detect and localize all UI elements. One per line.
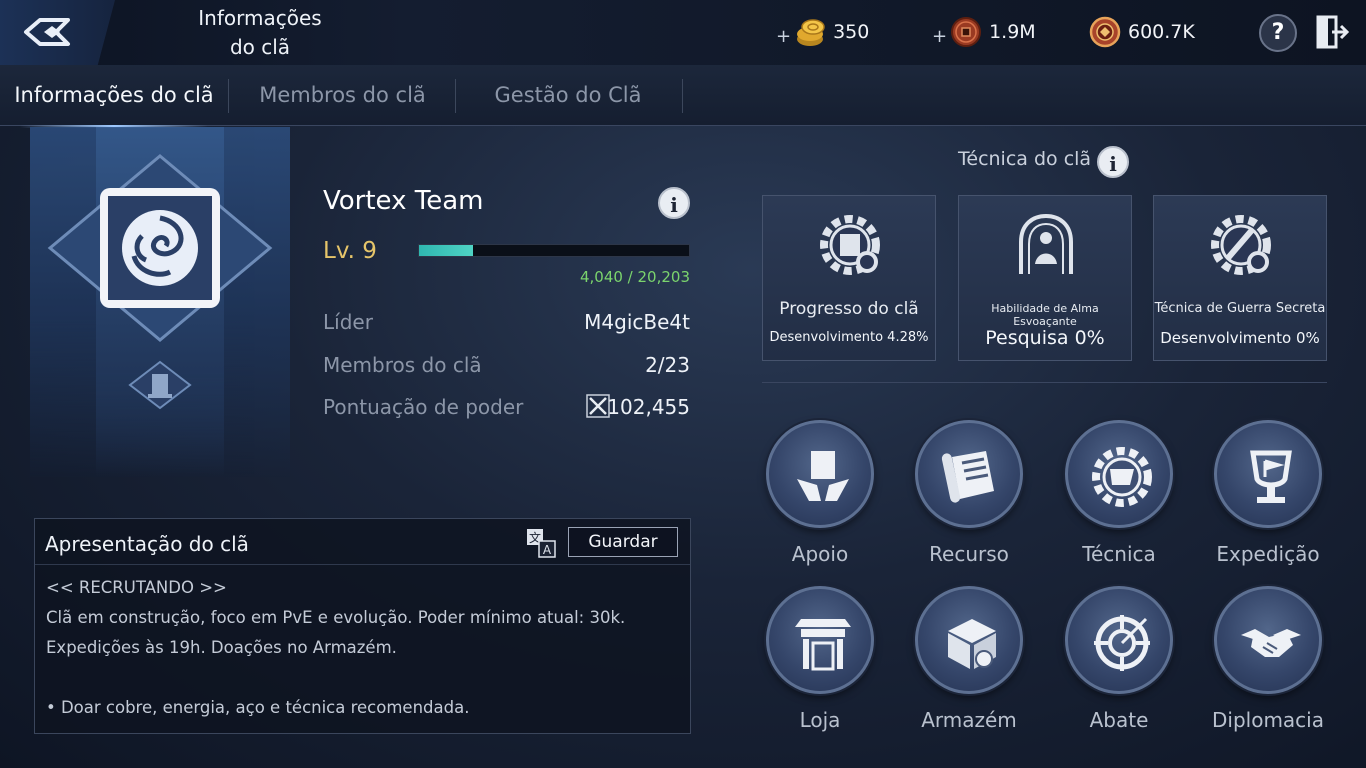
diplomacy-button[interactable]: Diplomacia xyxy=(1193,586,1343,732)
intro-title: Apresentação do clã xyxy=(45,532,249,556)
back-arrow-icon xyxy=(24,18,70,46)
clan-rank-icon xyxy=(128,360,192,410)
tech-card-value: Desenvolvimento 4.28% xyxy=(769,330,929,345)
clan-progress-gear-icon xyxy=(820,215,880,275)
diplomacy-circle xyxy=(1214,586,1322,694)
technique-circle xyxy=(1065,420,1173,528)
power-score: 102,455 xyxy=(607,395,690,419)
trophy-icon xyxy=(1250,450,1292,503)
intro-line: Clã em construção, foco em PvE e evoluçã… xyxy=(46,608,626,627)
svg-text:A: A xyxy=(543,543,552,557)
tab-bar: Informações do clã Membros do clã Gestão… xyxy=(0,65,1366,128)
hunt-button[interactable]: Abate xyxy=(1044,586,1194,732)
xp-progress-bar xyxy=(418,244,690,257)
clan-technique-title: Técnica do clã xyxy=(958,148,1092,170)
exit-icon[interactable] xyxy=(1314,14,1350,50)
section-divider xyxy=(762,382,1327,383)
scroll-icon xyxy=(941,451,994,503)
tab-clan-members[interactable]: Membros do clã xyxy=(240,65,445,126)
clan-name: Vortex Team xyxy=(323,186,484,216)
tab-divider xyxy=(228,79,229,113)
tech-card-secret-war[interactable]: Técnica de Guerra Secreta Desenvolviment… xyxy=(1153,195,1327,361)
diplomacy-label: Diplomacia xyxy=(1212,708,1324,732)
clan-introduction-panel: Apresentação do clã 文 A Guardar << RECRU… xyxy=(34,518,691,734)
xp-progress-fill xyxy=(419,245,473,256)
clan-token-icon xyxy=(1089,16,1121,48)
expedition-button[interactable]: Expedição xyxy=(1193,420,1343,566)
members-label: Membros do clã xyxy=(323,353,482,377)
technique-gear-icon xyxy=(1092,447,1152,507)
power-label: Pontuação de poder xyxy=(323,395,524,419)
tab-divider xyxy=(455,79,456,113)
technique-button[interactable]: Técnica xyxy=(1044,420,1194,566)
tab-clan-info[interactable]: Informações do clã xyxy=(10,65,218,128)
save-button[interactable]: Guardar xyxy=(568,527,678,557)
page-title: Informações do clã xyxy=(190,4,330,62)
intro-line: • Doar cobre, energia, aço e técnica rec… xyxy=(46,698,470,717)
shop-circle xyxy=(766,586,874,694)
warehouse-label: Armazém xyxy=(921,708,1017,732)
tech-card-soul-skill[interactable]: Habilidade de Alma Esvoaçante Pesquisa 0… xyxy=(958,195,1132,361)
translate-icon[interactable]: 文 A xyxy=(525,527,557,559)
leader-name[interactable]: M4gicBe4t xyxy=(584,310,690,334)
help-button[interactable]: ? xyxy=(1259,14,1297,52)
warehouse-circle xyxy=(915,586,1023,694)
clan-info-icon[interactable]: i xyxy=(658,187,690,219)
gold-amount: 350 xyxy=(833,21,870,43)
shop-label: Loja xyxy=(799,708,841,732)
tech-card-clan-progress[interactable]: Progresso do clã Desenvolvimento 4.28% xyxy=(762,195,936,361)
support-label: Apoio xyxy=(791,542,849,566)
technique-label: Técnica xyxy=(1082,542,1156,566)
support-button[interactable]: Apoio xyxy=(745,420,895,566)
warehouse-crate-icon xyxy=(948,619,996,669)
tab-clan-management[interactable]: Gestão do Clã xyxy=(468,65,668,126)
resource-label: Recurso xyxy=(929,542,1009,566)
target-icon xyxy=(1094,615,1150,671)
technique-info-icon[interactable]: i xyxy=(1097,146,1129,178)
top-bar: Informações do clã + 350 + 1.9M 600.7K ? xyxy=(0,0,1366,65)
warehouse-button[interactable]: Armazém xyxy=(894,586,1044,732)
clan-token-amount: 600.7K xyxy=(1128,21,1195,43)
war-technique-gear-icon xyxy=(1211,215,1271,275)
add-copper-icon[interactable]: + xyxy=(932,26,947,47)
back-button[interactable] xyxy=(0,0,115,65)
intro-divider xyxy=(35,564,690,565)
tech-card-name: Progresso do clã xyxy=(779,299,919,319)
intro-line: << RECRUTANDO >> xyxy=(46,578,227,597)
hunt-circle xyxy=(1065,586,1173,694)
tech-card-name: Habilidade de Alma Esvoaçante xyxy=(991,302,1099,328)
page-title-line1: Informações xyxy=(198,6,322,30)
hunt-label: Abate xyxy=(1089,708,1149,732)
copper-coin-icon xyxy=(951,17,982,47)
clan-emblem-icon xyxy=(47,154,273,342)
gold-coin-icon xyxy=(797,19,825,46)
xp-progress-text: 4,040 / 20,203 xyxy=(579,268,690,286)
resource-button[interactable]: Recurso xyxy=(894,420,1044,566)
intro-line: Expedições às 19h. Doações no Armazém. xyxy=(46,638,397,657)
handshake-icon xyxy=(1241,629,1301,657)
shop-button[interactable]: Loja xyxy=(745,586,895,732)
copper-currency[interactable]: + 1.9M xyxy=(932,14,1036,50)
tab-divider xyxy=(682,79,683,113)
copper-amount: 1.9M xyxy=(989,21,1036,43)
tech-card-value: Desenvolvimento 0% xyxy=(1160,329,1320,347)
gold-currency[interactable]: + 350 xyxy=(776,14,869,50)
support-hands-icon xyxy=(797,451,849,501)
support-circle xyxy=(766,420,874,528)
shop-icon xyxy=(795,619,851,671)
clan-level: Lv. 9 xyxy=(323,238,377,264)
clan-token-currency: 600.7K xyxy=(1088,14,1195,50)
soul-skill-icon xyxy=(1019,213,1073,274)
add-gold-icon[interactable]: + xyxy=(776,26,791,47)
tech-card-name: Técnica de Guerra Secreta xyxy=(1154,301,1326,316)
tech-card-value: Pesquisa 0% xyxy=(985,327,1105,349)
page-title-line2: do clã xyxy=(229,35,291,59)
leader-label: Líder xyxy=(323,310,373,334)
expedition-circle xyxy=(1214,420,1322,528)
resource-circle xyxy=(915,420,1023,528)
members-count: 2/23 xyxy=(645,353,690,377)
expedition-label: Expedição xyxy=(1216,542,1320,566)
